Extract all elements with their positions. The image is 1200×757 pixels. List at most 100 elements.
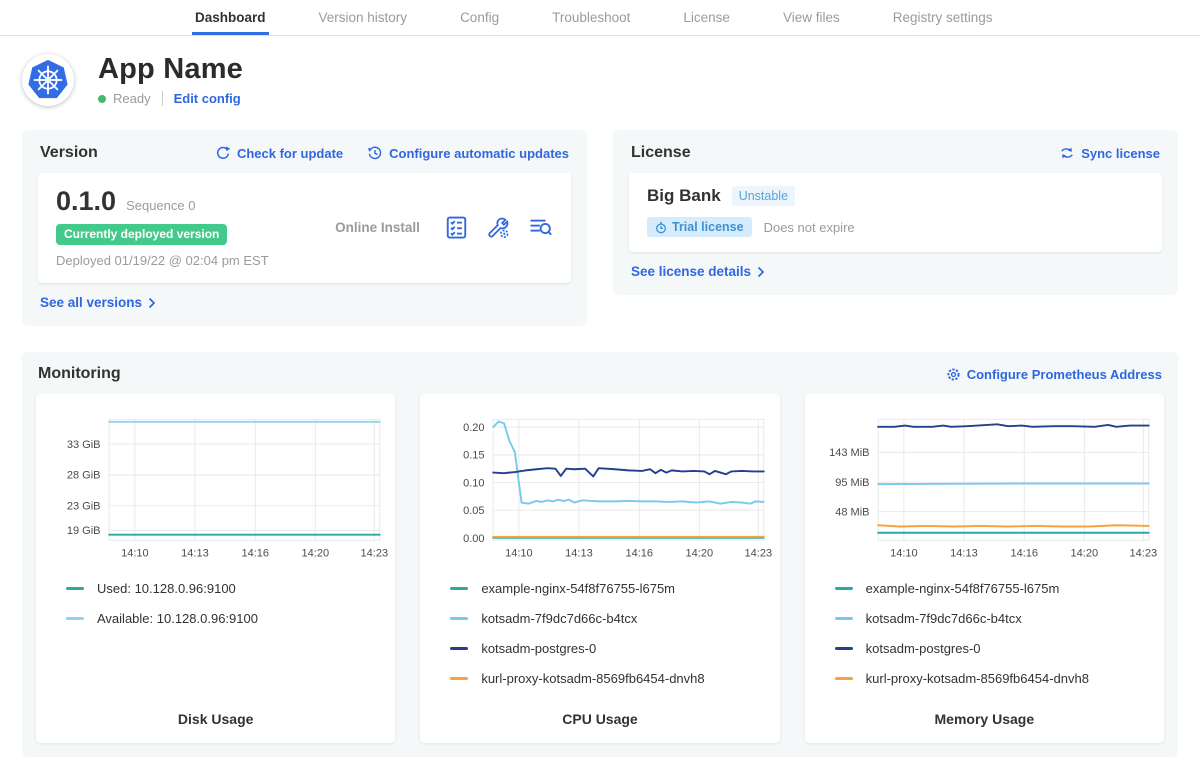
deployed-timestamp: Deployed 01/19/22 @ 02:04 pm EST	[56, 253, 311, 268]
version-card-title: Version	[40, 144, 98, 162]
legend-item: kotsadm-7f9dc7d66c-b4tcx	[450, 611, 773, 626]
svg-text:95 MiB: 95 MiB	[835, 477, 869, 489]
view-logs-icon[interactable]	[528, 215, 553, 240]
app-status: Ready	[113, 91, 151, 106]
nav-tabs: Dashboard Version history Config Troublesho…	[192, 0, 996, 35]
svg-text:14:16: 14:16	[1010, 548, 1038, 560]
tab-config[interactable]: Config	[457, 0, 502, 35]
clock-arrow-icon	[367, 145, 383, 161]
sync-license-label: Sync license	[1081, 146, 1160, 161]
legend-item: kurl-proxy-kotsadm-8569fb6454-dnvh8	[450, 671, 773, 686]
svg-text:23 GiB: 23 GiB	[67, 501, 101, 513]
version-card: Version Check for update	[22, 130, 587, 326]
svg-text:0.10: 0.10	[463, 477, 484, 489]
legend-label: kurl-proxy-kotsadm-8569fb6454-dnvh8	[481, 671, 704, 686]
sync-license-link[interactable]: Sync license	[1059, 145, 1160, 161]
legend-item: Used: 10.128.0.96:9100	[66, 581, 389, 596]
legend-label: example-nginx-54f8f76755-l675m	[866, 581, 1060, 596]
tab-dashboard[interactable]: Dashboard	[192, 0, 269, 35]
svg-text:0.05: 0.05	[463, 505, 484, 517]
disk-usage-plot: 14:1014:1314:1614:2014:2333 GiB28 GiB23 …	[42, 404, 389, 569]
edit-config-link[interactable]: Edit config	[174, 91, 241, 106]
svg-text:14:23: 14:23	[745, 548, 773, 560]
license-card: License Sync license Big Bank Unstable	[613, 130, 1178, 295]
svg-text:14:20: 14:20	[302, 548, 330, 560]
svg-text:14:10: 14:10	[505, 548, 533, 560]
legend-item: Available: 10.128.0.96:9100	[66, 611, 389, 626]
svg-text:48 MiB: 48 MiB	[835, 506, 869, 518]
svg-text:14:10: 14:10	[121, 548, 149, 560]
status-dot	[98, 95, 106, 103]
legend-label: kotsadm-postgres-0	[481, 641, 596, 656]
config-wrench-gear-icon[interactable]	[486, 215, 511, 240]
svg-text:0.00: 0.00	[463, 533, 484, 545]
legend-label: kotsadm-7f9dc7d66c-b4tcx	[866, 611, 1022, 626]
svg-text:14:20: 14:20	[1070, 548, 1098, 560]
legend-label: example-nginx-54f8f76755-l675m	[481, 581, 675, 596]
sync-arrows-icon	[1059, 145, 1075, 161]
memory-usage-title: Memory Usage	[811, 701, 1158, 727]
tab-troubleshoot[interactable]: Troubleshoot	[549, 0, 633, 35]
legend-label: kotsadm-postgres-0	[866, 641, 981, 656]
memory-usage-svg: 14:1014:1314:1614:2014:23143 MiB95 MiB48…	[811, 404, 1158, 569]
disk-usage-legend: Used: 10.128.0.96:9100 Available: 10.128.…	[66, 581, 389, 641]
configure-automatic-updates-label: Configure automatic updates	[389, 146, 569, 161]
memory-usage-legend: example-nginx-54f8f76755-l675m kotsadm-7f…	[835, 581, 1158, 701]
cpu-usage-legend: example-nginx-54f8f76755-l675m kotsadm-7f…	[450, 581, 773, 701]
svg-text:14:16: 14:16	[626, 548, 654, 560]
see-all-versions-link[interactable]: See all versions	[40, 295, 156, 310]
license-detail-card: Big Bank Unstable Trial license Does not…	[629, 173, 1162, 252]
svg-text:14:16: 14:16	[241, 548, 269, 560]
svg-text:19 GiB: 19 GiB	[67, 525, 101, 537]
legend-swatch	[835, 677, 853, 680]
svg-text:0.20: 0.20	[463, 422, 484, 434]
legend-swatch	[450, 677, 468, 680]
gear-icon	[946, 367, 961, 382]
stopwatch-icon	[655, 221, 667, 234]
svg-text:14:20: 14:20	[686, 548, 714, 560]
see-license-details-link[interactable]: See license details	[631, 264, 765, 279]
app-title: App Name	[98, 53, 243, 86]
cpu-usage-svg: 14:1014:1314:1614:2014:230.200.150.100.0…	[426, 404, 773, 569]
legend-swatch	[450, 647, 468, 650]
legend-swatch	[450, 587, 468, 590]
legend-swatch	[835, 587, 853, 590]
monitoring-title: Monitoring	[38, 365, 121, 383]
check-for-update-link[interactable]: Check for update	[215, 145, 343, 161]
legend-item: kotsadm-postgres-0	[835, 641, 1158, 656]
tab-version-history[interactable]: Version history	[316, 0, 411, 35]
license-customer-name: Big Bank	[647, 186, 721, 206]
svg-text:14:13: 14:13	[565, 548, 593, 560]
license-expiration: Does not expire	[764, 220, 855, 235]
legend-label: kotsadm-7f9dc7d66c-b4tcx	[481, 611, 637, 626]
legend-item: kotsadm-postgres-0	[450, 641, 773, 656]
tab-view-files[interactable]: View files	[780, 0, 843, 35]
license-card-title: License	[631, 144, 691, 162]
tab-license[interactable]: License	[680, 0, 733, 35]
chevron-right-icon	[148, 297, 156, 309]
svg-text:143 MiB: 143 MiB	[829, 447, 869, 459]
legend-swatch	[835, 647, 853, 650]
refresh-icon	[215, 145, 231, 161]
legend-swatch	[66, 617, 84, 620]
configure-automatic-updates-link[interactable]: Configure automatic updates	[367, 145, 569, 161]
preflight-checklist-icon[interactable]	[444, 215, 469, 240]
legend-label: Available: 10.128.0.96:9100	[97, 611, 258, 626]
configure-prometheus-link[interactable]: Configure Prometheus Address	[946, 367, 1162, 382]
legend-item: kurl-proxy-kotsadm-8569fb6454-dnvh8	[835, 671, 1158, 686]
see-license-details-label: See license details	[631, 264, 751, 279]
current-version-card: 0.1.0 Sequence 0 Currently deployed vers…	[38, 173, 571, 283]
svg-text:28 GiB: 28 GiB	[67, 470, 101, 482]
tab-registry-settings[interactable]: Registry settings	[890, 0, 996, 35]
legend-swatch	[450, 617, 468, 620]
app-icon	[22, 54, 74, 106]
charts-row: 14:10 14:13 14:16 14:20 14:23 33 GiB 28 GiB 23 …	[36, 394, 1164, 743]
license-type-badge: Trial license	[647, 217, 752, 237]
chevron-right-icon	[757, 266, 765, 278]
see-all-versions-label: See all versions	[40, 295, 142, 310]
legend-label: kurl-proxy-kotsadm-8569fb6454-dnvh8	[866, 671, 1089, 686]
svg-text:33 GiB: 33 GiB	[67, 439, 101, 451]
svg-text:14:23: 14:23	[361, 548, 389, 560]
deployed-badge: Currently deployed version	[56, 224, 227, 245]
sequence-label: Sequence 0	[126, 198, 195, 213]
